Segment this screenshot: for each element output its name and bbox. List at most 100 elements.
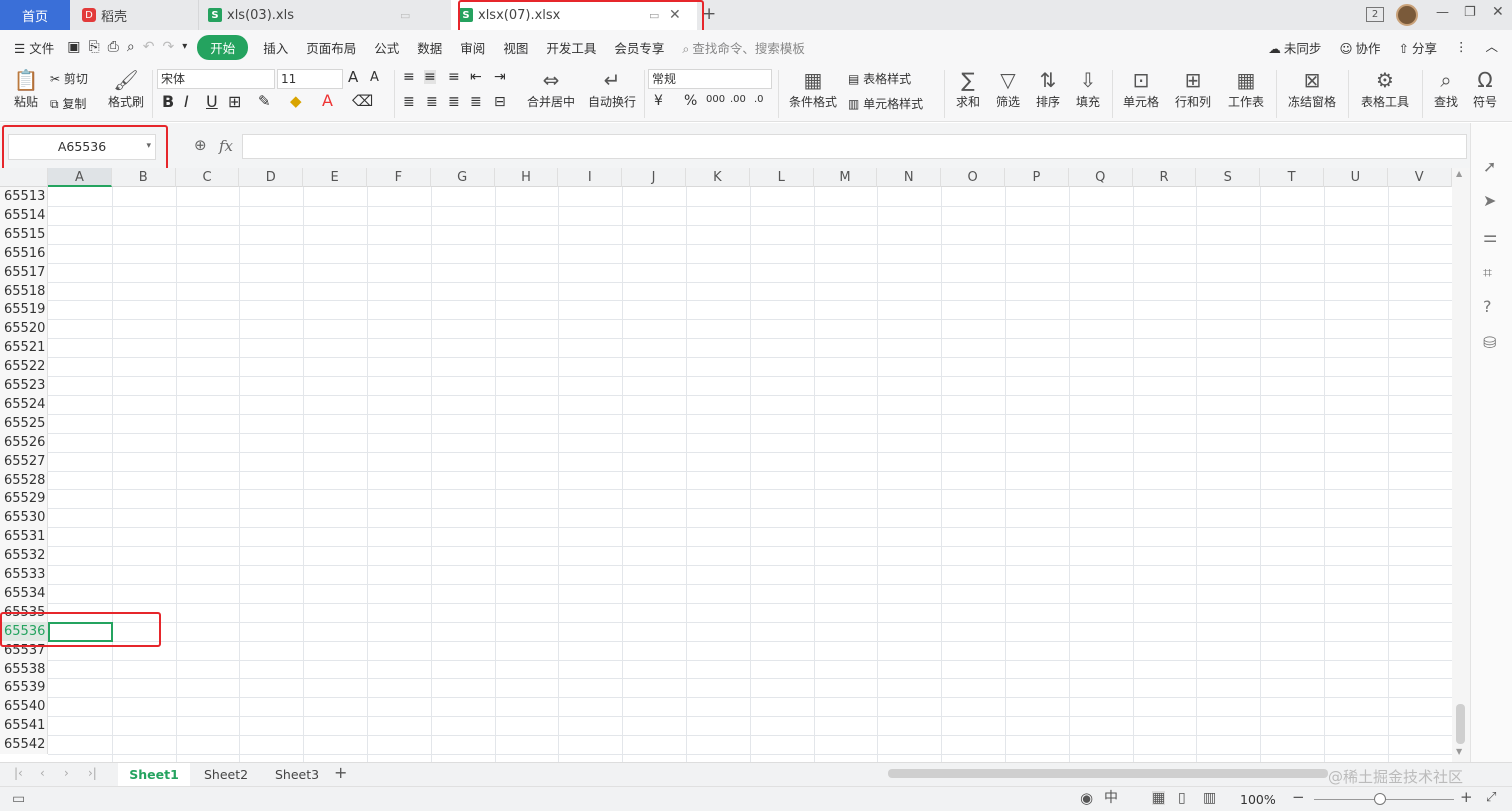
- justify-icon[interactable]: ≣: [470, 95, 482, 109]
- column-header-l[interactable]: L: [750, 168, 814, 187]
- filter-button[interactable]: ▽ 筛选: [990, 67, 1026, 110]
- row-header[interactable]: 65516: [0, 243, 48, 263]
- export-icon[interactable]: ⎘: [84, 40, 103, 54]
- help-icon[interactable]: ?: [1483, 299, 1492, 315]
- column-header-i[interactable]: I: [558, 168, 623, 187]
- sort-button[interactable]: ⇅ 排序: [1030, 67, 1066, 110]
- column-header-t[interactable]: T: [1260, 168, 1324, 187]
- menu-file[interactable]: ☰ 文件: [0, 38, 63, 57]
- scroll-up-icon[interactable]: ▲: [1456, 170, 1462, 178]
- row-header[interactable]: 65539: [0, 678, 48, 698]
- row-header[interactable]: 65537: [0, 640, 48, 660]
- table-style-button[interactable]: ▤ 表格样式: [848, 70, 911, 87]
- row-header[interactable]: 65520: [0, 319, 48, 339]
- cursor-icon[interactable]: ➤: [1483, 193, 1496, 209]
- align-center-icon[interactable]: ≣: [426, 95, 438, 109]
- border-icon[interactable]: ⊞: [228, 94, 241, 110]
- row-header[interactable]: 65518: [0, 281, 48, 301]
- tab-xls-file[interactable]: Sxls(03).xls ▭: [200, 0, 445, 30]
- column-header-j[interactable]: J: [622, 168, 686, 187]
- row-header[interactable]: 65541: [0, 716, 48, 736]
- zoom-in-icon[interactable]: +: [1460, 790, 1473, 805]
- pin-icon[interactable]: ▭: [649, 10, 659, 21]
- freeze-panes-button[interactable]: ⊠ 冻结窗格: [1282, 67, 1342, 110]
- row-header[interactable]: 65530: [0, 508, 48, 528]
- pin-icon[interactable]: ▭: [400, 10, 410, 21]
- eye-protection-icon[interactable]: ◉: [1080, 791, 1093, 806]
- avatar[interactable]: [1396, 4, 1418, 26]
- page-break-view-icon[interactable]: ▥: [1203, 791, 1216, 805]
- clear-format-icon[interactable]: ✎: [258, 94, 271, 109]
- minimize-icon[interactable]: —: [1436, 6, 1449, 19]
- font-color-icon[interactable]: A: [322, 93, 333, 109]
- column-header-s[interactable]: S: [1196, 168, 1261, 187]
- row-header[interactable]: 65514: [0, 205, 48, 225]
- menu-data[interactable]: 数据: [408, 38, 451, 57]
- row-header[interactable]: 65521: [0, 338, 48, 358]
- row-header[interactable]: 65524: [0, 394, 48, 414]
- menu-dev[interactable]: 开发工具: [537, 38, 605, 57]
- cell-button[interactable]: ⊡ 单元格: [1118, 67, 1164, 110]
- column-header-k[interactable]: K: [686, 168, 750, 187]
- row-header[interactable]: 65535: [0, 602, 48, 622]
- sheet-tab-3[interactable]: Sheet3: [275, 767, 319, 782]
- increase-font-icon[interactable]: A: [348, 70, 358, 85]
- font-family-select[interactable]: 宋体: [157, 69, 275, 89]
- row-header[interactable]: 65526: [0, 432, 48, 452]
- input-method-icon[interactable]: 中: [1104, 791, 1118, 805]
- menu-layout[interactable]: 页面布局: [297, 38, 365, 57]
- prev-sheet-icon[interactable]: ‹: [40, 767, 45, 779]
- formula-input[interactable]: [242, 134, 1467, 159]
- column-header-e[interactable]: E: [303, 168, 367, 187]
- row-header[interactable]: 65515: [0, 224, 48, 244]
- collab-button[interactable]: ☺ 协作: [1330, 38, 1389, 57]
- align-bottom-icon[interactable]: ≡: [448, 70, 460, 84]
- fx-icon[interactable]: fx: [219, 137, 233, 155]
- window-count-badge[interactable]: 2: [1366, 7, 1384, 22]
- row-header[interactable]: 65536: [0, 621, 48, 641]
- redo-icon[interactable]: ↷: [158, 40, 178, 54]
- menu-review[interactable]: 审阅: [451, 38, 494, 57]
- vertical-scrollbar[interactable]: ▲ ▼: [1452, 168, 1470, 762]
- undo-icon[interactable]: ↶: [139, 40, 159, 54]
- menu-insert[interactable]: 插入: [254, 38, 297, 57]
- italic-icon[interactable]: I: [184, 94, 189, 110]
- merge-center-button[interactable]: ⇔ 合并居中: [522, 67, 580, 110]
- preview-icon[interactable]: ⌕: [123, 40, 139, 54]
- row-header[interactable]: 65533: [0, 565, 48, 584]
- close-tab-icon[interactable]: ✕: [669, 8, 681, 22]
- distributed-icon[interactable]: ⊟: [494, 95, 506, 109]
- page-layout-view-icon[interactable]: ▯: [1178, 791, 1186, 805]
- normal-view-icon[interactable]: ▦: [1152, 791, 1166, 805]
- find-button[interactable]: ⌕ 查找: [1428, 67, 1464, 110]
- row-header[interactable]: 65527: [0, 451, 48, 471]
- scroll-thumb[interactable]: [1456, 704, 1465, 744]
- status-macro-icon[interactable]: ▭: [12, 792, 25, 806]
- cell-style-button[interactable]: ▥ 单元格样式: [848, 95, 923, 112]
- underline-icon[interactable]: U: [206, 94, 218, 110]
- row-header[interactable]: 65525: [0, 413, 48, 433]
- select-all-corner[interactable]: [0, 168, 48, 187]
- row-header[interactable]: 65542: [0, 735, 48, 755]
- row-header[interactable]: 65528: [0, 470, 48, 490]
- align-right-icon[interactable]: ≣: [448, 95, 460, 109]
- column-header-r[interactable]: R: [1133, 168, 1197, 187]
- row-header[interactable]: 65540: [0, 697, 48, 717]
- column-header-v[interactable]: V: [1388, 168, 1452, 187]
- eraser-icon[interactable]: ⌫: [352, 94, 373, 109]
- align-middle-icon[interactable]: ≡: [424, 70, 436, 84]
- first-sheet-icon[interactable]: |‹: [14, 767, 23, 779]
- chevron-down-icon[interactable]: ▾: [146, 142, 151, 151]
- row-header[interactable]: 65522: [0, 357, 48, 377]
- command-search[interactable]: ⌕ 查找命令、搜索模板: [673, 38, 814, 57]
- sheet-tab-1[interactable]: Sheet1: [118, 763, 190, 787]
- tab-xlsx-file[interactable]: Sxlsx(07).xlsx ▭ ✕: [451, 0, 697, 30]
- more-icon[interactable]: ⋮: [1446, 40, 1477, 54]
- row-col-button[interactable]: ⊞ 行和列: [1170, 67, 1216, 110]
- new-tab-button[interactable]: +: [702, 6, 716, 23]
- menu-start[interactable]: 开始: [197, 34, 249, 60]
- column-header-a[interactable]: A: [48, 168, 112, 187]
- rocket-icon[interactable]: ➚: [1483, 159, 1496, 175]
- conditional-format-button[interactable]: ▦ 条件格式: [784, 67, 842, 110]
- zoom-formula-icon[interactable]: ⊕: [194, 138, 207, 153]
